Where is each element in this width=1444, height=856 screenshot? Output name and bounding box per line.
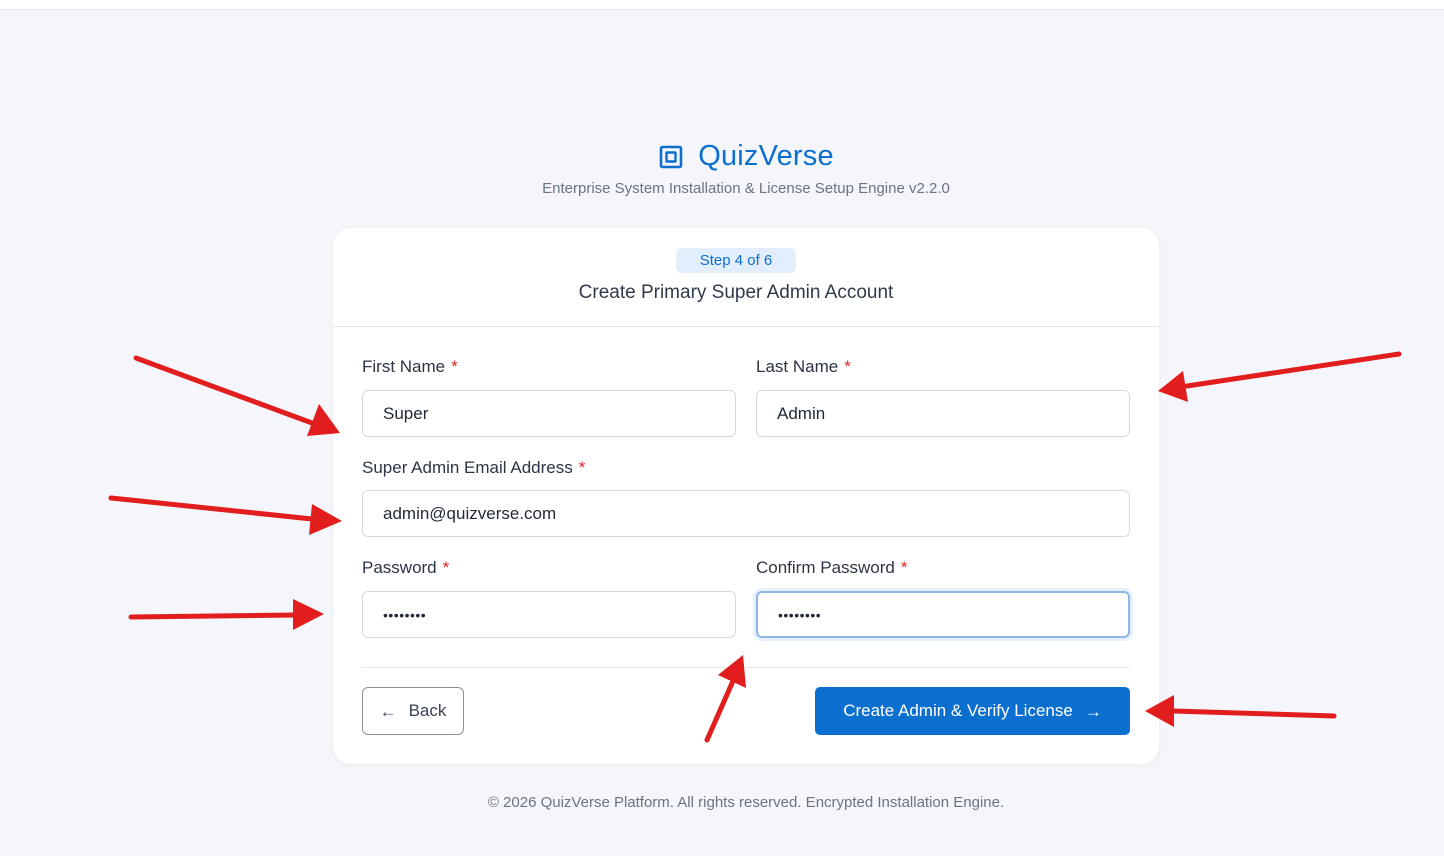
- first-name-label-text: First Name: [362, 357, 446, 376]
- form-divider: [362, 667, 1130, 668]
- required-mark: *: [578, 458, 586, 477]
- back-button[interactable]: ← Back: [362, 687, 464, 735]
- back-button-label: Back: [408, 701, 447, 720]
- brand-name: QuizVerse: [698, 140, 834, 172]
- annotation-arrow: [1145, 695, 1337, 727]
- setup-card: Step 4 of 6 Create Primary Super Admin A…: [333, 228, 1159, 764]
- confirm-password-label: Confirm Password *: [756, 558, 908, 578]
- create-admin-button-label: Create Admin & Verify License: [843, 701, 1073, 720]
- brand-header: QuizVerse: [0, 140, 1444, 173]
- annotation-arrow: [133, 355, 340, 436]
- annotation-arrow: [1158, 351, 1402, 402]
- annotation-arrow: [108, 495, 342, 535]
- top-bar: [0, 0, 1444, 10]
- required-mark: *: [442, 558, 450, 577]
- password-input[interactable]: [362, 591, 736, 638]
- last-name-input[interactable]: [756, 390, 1130, 437]
- brand-subtitle: Enterprise System Installation & License…: [542, 180, 950, 197]
- footer-copyright: © 2026 QuizVerse Platform. All rights re…: [487, 794, 1005, 811]
- square-target-icon: [659, 145, 683, 168]
- first-name-label: First Name *: [362, 357, 458, 377]
- card-title: Create Primary Super Admin Account: [578, 282, 894, 303]
- email-input[interactable]: [362, 490, 1130, 537]
- step-badge: Step 4 of 6: [676, 248, 796, 273]
- confirm-password-label-text: Confirm Password: [756, 558, 895, 577]
- email-label: Super Admin Email Address *: [362, 458, 585, 478]
- last-name-label: Last Name *: [756, 357, 851, 377]
- last-name-label-text: Last Name: [756, 357, 839, 376]
- password-label: Password *: [362, 558, 449, 578]
- create-admin-button[interactable]: Create Admin & Verify License →: [815, 687, 1130, 735]
- required-mark: *: [844, 357, 851, 376]
- annotation-arrow: [128, 599, 324, 630]
- card-header: Step 4 of 6 Create Primary Super Admin A…: [333, 228, 1159, 327]
- email-label-text: Super Admin Email Address: [362, 458, 573, 477]
- password-label-text: Password: [362, 558, 437, 577]
- required-mark: *: [451, 357, 458, 376]
- arrow-left-icon: ←: [379, 701, 397, 721]
- arrow-right-icon: →: [1084, 701, 1102, 721]
- required-mark: *: [900, 558, 908, 577]
- first-name-input[interactable]: [362, 390, 736, 437]
- confirm-password-input[interactable]: [756, 591, 1130, 638]
